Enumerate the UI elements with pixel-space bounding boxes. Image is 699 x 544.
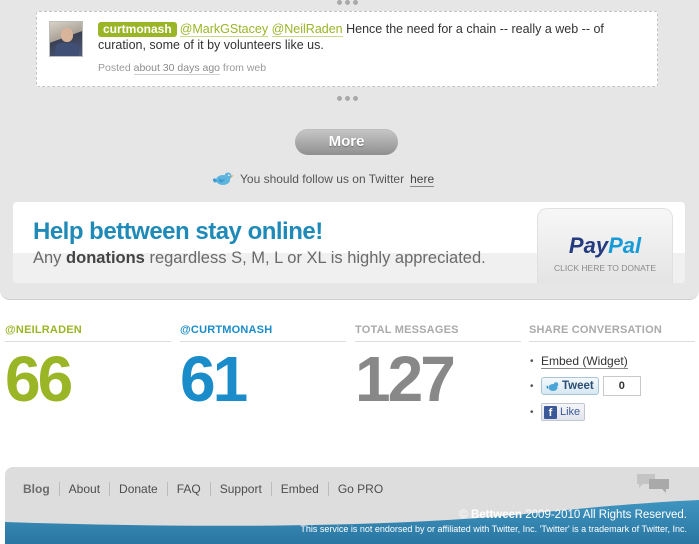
follow-here-link[interactable]: here bbox=[410, 172, 435, 187]
footer-nav: Blog About Donate FAQ Support Embed Go P… bbox=[23, 482, 401, 496]
donate-cta: CLICK HERE TO DONATE bbox=[553, 263, 657, 273]
copyright-rest: 2009-2010 All Rights Reserved. bbox=[522, 509, 687, 521]
banner-title: Help bettween stay online! bbox=[33, 218, 323, 245]
stat-label[interactable]: @CURTMONASH bbox=[180, 322, 346, 342]
chat-bubbles-icon bbox=[637, 474, 669, 493]
tweet-username[interactable]: curtmonash bbox=[98, 22, 177, 37]
tweet-count: 0 bbox=[602, 376, 641, 396]
copyright: © Bettween 2009-2010 All Rights Reserved… bbox=[459, 509, 687, 521]
share-list: Embed (Widget) Tweet 0 f Like bbox=[529, 354, 695, 421]
paypal-pal: Pal bbox=[608, 233, 642, 258]
ellipsis-divider-top bbox=[337, 0, 358, 5]
footer-link-faq[interactable]: FAQ bbox=[177, 482, 211, 496]
posted-from: from web bbox=[220, 62, 267, 74]
stat-neilraden: @NEILRADEN 66 bbox=[5, 322, 171, 412]
copyright-symbol: © bbox=[459, 509, 471, 521]
twitter-bird-icon bbox=[546, 381, 559, 391]
stat-value: 127 bbox=[355, 343, 456, 415]
ellipsis-divider-bottom bbox=[337, 96, 358, 101]
share-conversation: SHARE CONVERSATION Embed (Widget) Tweet … bbox=[529, 322, 695, 428]
banner-sub-bold: donations bbox=[66, 249, 145, 267]
copyright-brand: Bettween bbox=[470, 509, 523, 521]
conversation-area: curtmonash @MarkGStacey @NeilRaden Hence … bbox=[0, 0, 699, 300]
posted-prefix: Posted bbox=[98, 62, 134, 74]
more-button[interactable]: More bbox=[295, 129, 398, 155]
facebook-icon: f bbox=[544, 405, 557, 419]
footer-link-support[interactable]: Support bbox=[220, 482, 272, 496]
posted-time-link[interactable]: about 30 days ago bbox=[133, 62, 221, 75]
tweet-meta: Posted about 30 days ago from web bbox=[98, 62, 267, 75]
stat-label: TOTAL MESSAGES bbox=[355, 322, 521, 342]
follow-prompt: You should follow us on Twitter here bbox=[212, 170, 435, 188]
banner-subtitle: Any donations regardless S, M, L or XL i… bbox=[33, 249, 486, 268]
stat-curtmonash: @CURTMONASH 61 bbox=[180, 322, 346, 412]
footer-link-embed[interactable]: Embed bbox=[281, 482, 329, 496]
stat-value: 61 bbox=[180, 343, 248, 415]
share-item-tweet: Tweet 0 bbox=[530, 376, 695, 396]
mention-link[interactable]: @NeilRaden bbox=[271, 22, 343, 37]
footer-link-go-pro[interactable]: Go PRO bbox=[338, 482, 392, 496]
tweet-text: curtmonash @MarkGStacey @NeilRaden Hence … bbox=[98, 21, 653, 53]
stat-total-messages: TOTAL MESSAGES 127 bbox=[355, 322, 521, 412]
embed-widget-link[interactable]: Embed (Widget) bbox=[541, 354, 628, 369]
avatar[interactable] bbox=[49, 21, 83, 57]
disclaimer: This service is not endorsed by or affil… bbox=[300, 524, 687, 534]
twitter-bird-icon bbox=[212, 172, 234, 185]
stat-value: 66 bbox=[5, 343, 73, 415]
tweet-card: curtmonash @MarkGStacey @NeilRaden Hence … bbox=[36, 11, 658, 87]
facebook-like-button[interactable]: f Like bbox=[541, 403, 586, 421]
footer-link-donate[interactable]: Donate bbox=[119, 482, 168, 496]
follow-text: You should follow us on Twitter bbox=[240, 172, 405, 186]
stat-label[interactable]: @NEILRADEN bbox=[5, 322, 171, 342]
paypal-pay: Pay bbox=[568, 233, 609, 258]
tweet-button[interactable]: Tweet bbox=[541, 377, 599, 395]
banner-sub-prefix: Any bbox=[33, 249, 67, 267]
footer-link-blog[interactable]: Blog bbox=[23, 482, 60, 496]
donation-banner[interactable]: Help bettween stay online! Any donations… bbox=[13, 202, 685, 283]
footer-link-about[interactable]: About bbox=[69, 482, 111, 496]
banner-sub-suffix: regardless S, M, L or XL is highly appre… bbox=[144, 249, 486, 267]
tweet-button-label: Tweet bbox=[562, 380, 594, 392]
paypal-logo: PayPal bbox=[538, 233, 672, 259]
share-item-like: f Like bbox=[530, 403, 695, 421]
stat-label: SHARE CONVERSATION bbox=[529, 322, 695, 342]
paypal-donate-button[interactable]: PayPal CLICK HERE TO DONATE bbox=[537, 208, 673, 283]
like-button-label: Like bbox=[560, 406, 581, 418]
footer: Blog About Donate FAQ Support Embed Go P… bbox=[5, 467, 699, 544]
mention-link[interactable]: @MarkGStacey bbox=[179, 22, 269, 37]
share-item-embed: Embed (Widget) bbox=[530, 354, 695, 369]
